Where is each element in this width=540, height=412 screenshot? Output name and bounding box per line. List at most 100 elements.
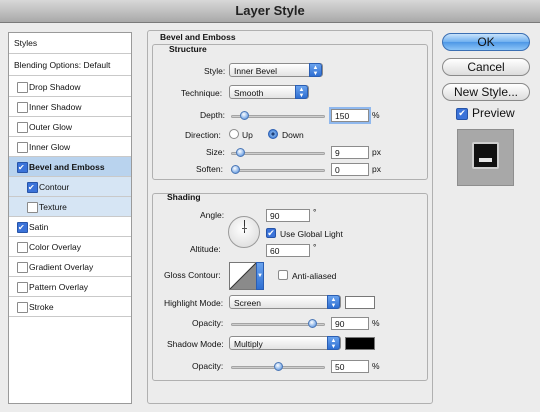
size-label: Size: [206,147,225,157]
blending-options-item[interactable]: Blending Options: Default [9,55,131,76]
styles-label: Styles [14,38,38,48]
depth-input[interactable]: 150 [331,109,369,122]
angle-input[interactable]: 90 [266,209,310,222]
styles-list: Styles Blending Options: Default Drop Sh… [8,32,132,404]
blending-options-label: Blending Options: Default [14,60,111,70]
technique-label: Technique: [181,88,223,98]
altitude-degree: ° [313,242,317,252]
shadow-mode-dropdown[interactable]: Multiply ▲ ▼ [229,336,341,350]
sidebar-item-checkbox[interactable] [17,218,28,238]
sidebar-item-gradient-overlay[interactable]: Gradient Overlay [9,257,131,277]
updown-arrows-icon: ▲ ▼ [327,336,340,350]
highlight-opacity-knob[interactable] [307,319,317,328]
highlight-mode-dropdown[interactable]: Screen ▲ ▼ [229,295,341,309]
use-global-light-checkbox[interactable]: ✔ [266,228,276,238]
depth-slider-knob[interactable] [239,111,249,120]
direction-up-radio[interactable] [229,129,239,139]
sidebar-item-checkbox[interactable] [17,122,28,133]
sidebar-item-outer-glow[interactable]: Outer Glow [9,117,131,137]
size-input[interactable]: 9 [331,146,369,159]
sidebar-item-pattern-overlay[interactable]: Pattern Overlay [9,277,131,297]
sidebar-item-checkbox[interactable] [27,202,38,213]
sidebar-item-drop-shadow[interactable]: Drop Shadow [9,77,131,97]
sidebar-item-checkbox[interactable] [17,242,28,253]
style-dropdown[interactable]: Inner Bevel ▲ ▼ [229,63,323,77]
sidebar-item-checkbox[interactable] [17,158,28,178]
shadow-color-swatch[interactable] [345,337,375,350]
styles-header[interactable]: Styles [9,33,131,54]
shadow-opacity-knob[interactable] [273,362,283,371]
sidebar-item-label: Pattern Overlay [29,282,89,292]
preview-checkbox[interactable]: ✔ [456,108,468,120]
use-global-light-label: Use Global Light [280,229,343,239]
style-value: Inner Bevel [234,66,277,76]
direction-down-label: Down [282,130,304,140]
sidebar-item-checkbox[interactable] [17,302,28,313]
sidebar-item-inner-shadow[interactable]: Inner Shadow [9,97,131,117]
depth-label: Depth: [200,110,226,120]
size-slider-track[interactable] [231,152,325,155]
sidebar-item-bevel-and-emboss[interactable]: Bevel and Emboss [9,157,131,178]
contour-picker-arrow-icon[interactable]: ▼ [256,262,264,290]
soften-slider-track[interactable] [231,169,325,172]
sidebar-item-stroke[interactable]: Stroke [9,297,131,317]
highlight-opacity-input[interactable]: 90 [331,317,369,330]
sidebar-item-checkbox[interactable] [17,282,28,293]
updown-arrows-icon: ▲ ▼ [327,295,340,309]
shadow-mode-value: Multiply [234,339,263,349]
sidebar-item-label: Inner Glow [29,142,71,152]
sidebar-item-label: Contour [39,182,70,192]
new-style-button[interactable]: New Style... [442,83,530,101]
shading-title: Shading [167,192,201,202]
sidebar-item-label: Color Overlay [29,242,81,252]
technique-dropdown[interactable]: Smooth ▲ ▼ [229,85,309,99]
shadow-opacity-unit: % [372,361,380,371]
highlight-mode-label: Highlight Mode: [164,298,224,308]
ok-button[interactable]: OK [442,33,530,51]
sidebar-item-checkbox[interactable] [17,82,28,93]
cancel-button[interactable]: Cancel [442,58,530,76]
shadow-mode-label: Shadow Mode: [167,339,224,349]
soften-input[interactable]: 0 [331,163,369,176]
altitude-label: Altitude: [190,244,221,254]
sidebar-item-label: Satin [29,222,49,232]
sidebar-item-color-overlay[interactable]: Color Overlay [9,237,131,257]
sidebar-item-checkbox[interactable] [17,142,28,153]
preview-swatch-shape [472,142,499,169]
direction-label: Direction: [185,130,221,140]
angle-dial[interactable] [228,216,260,248]
crosshair-icon [242,226,247,231]
sidebar-item-label: Texture [39,202,67,212]
highlight-color-swatch[interactable] [345,296,375,309]
highlight-opacity-unit: % [372,318,380,328]
soften-unit: px [372,164,381,174]
soften-slider-knob[interactable] [231,165,240,174]
anti-aliased-checkbox[interactable] [278,270,288,280]
technique-value: Smooth [234,88,264,98]
style-preview-thumbnail [457,129,514,186]
anti-aliased-label: Anti-aliased [292,271,337,281]
bevel-emboss-title: Bevel and Emboss [160,32,236,42]
sidebar-item-checkbox[interactable] [17,262,28,273]
gloss-contour-preview[interactable] [229,262,257,290]
soften-label: Soften: [196,164,223,174]
sidebar-item-satin[interactable]: Satin [9,217,131,238]
window-title: Layer Style [0,0,540,23]
sidebar-item-texture[interactable]: Texture [9,197,131,217]
shadow-opacity-input[interactable]: 50 [331,360,369,373]
altitude-input[interactable]: 60 [266,244,310,257]
gloss-contour-label: Gloss Contour: [164,270,221,280]
updown-arrows-icon: ▲ ▼ [309,63,322,77]
sidebar-item-inner-glow[interactable]: Inner Glow [9,137,131,157]
sidebar-item-label: Drop Shadow [29,82,81,92]
direction-down-radio[interactable] [268,129,278,139]
sidebar-item-label: Inner Shadow [29,102,82,112]
sidebar-item-checkbox[interactable] [17,102,28,113]
angle-degree: ° [313,207,317,217]
sidebar-item-contour[interactable]: Contour [9,177,131,198]
sidebar-item-checkbox[interactable] [27,178,38,198]
depth-unit: % [372,110,380,120]
sidebar-item-label: Stroke [29,302,54,312]
updown-arrows-icon: ▲ ▼ [295,85,308,99]
angle-label: Angle: [200,210,225,220]
